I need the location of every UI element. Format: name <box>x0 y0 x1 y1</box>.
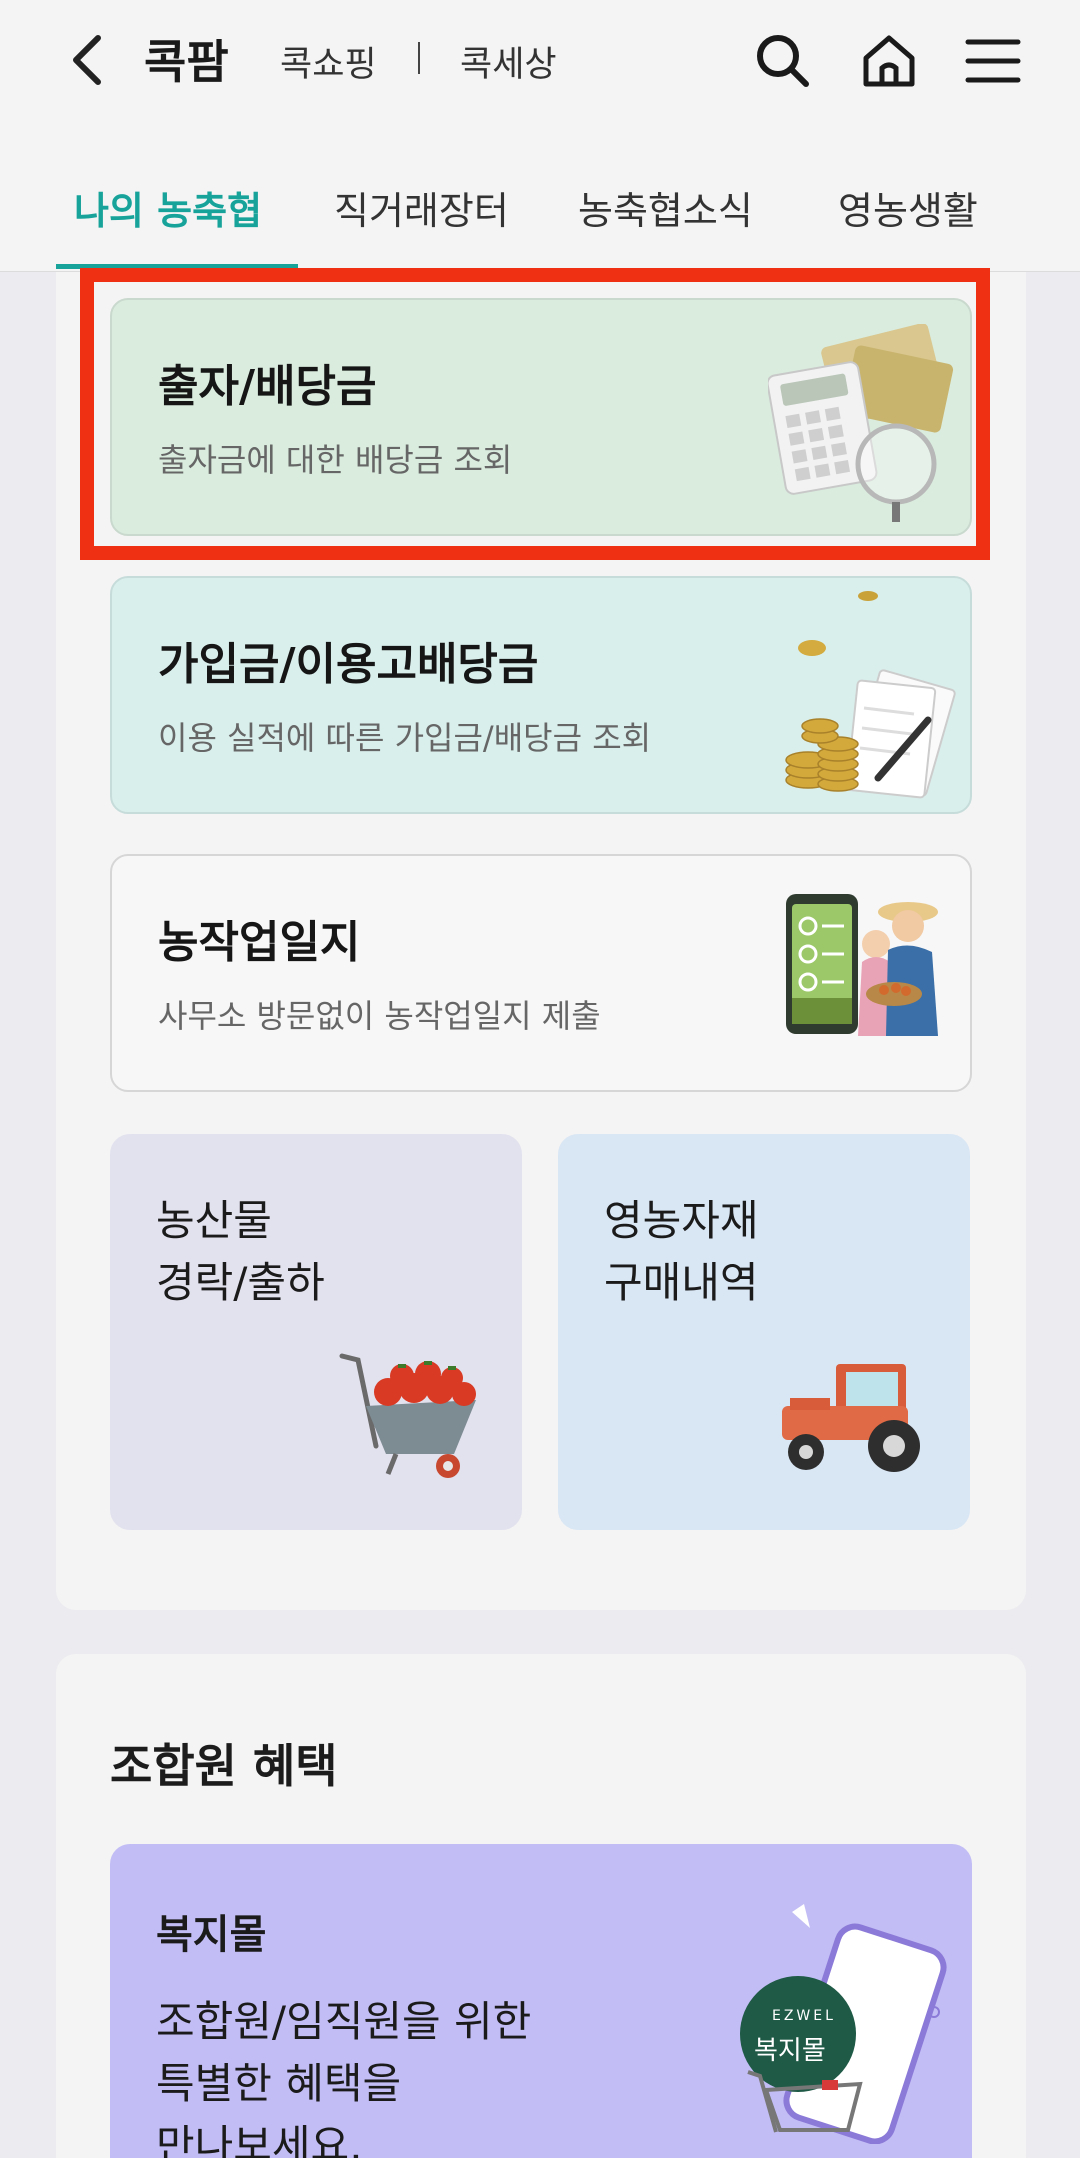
farm-diary-card[interactable]: 농작업일지 사무소 방문없이 농작업일지 제출 <box>110 854 972 1092</box>
tab-coop-news[interactable]: 농축협소식 <box>578 180 753 235</box>
menu-icon[interactable] <box>962 30 1024 92</box>
shopping-link[interactable]: 콕쇼핑 <box>280 36 377 87</box>
back-icon[interactable] <box>64 30 114 90</box>
usage-dividend-desc: 이용 실적에 따른 가입금/배당금 조회 <box>158 719 652 757</box>
world-link[interactable]: 콕세상 <box>460 36 557 87</box>
welfare-desc-line3: 만나보세요. <box>156 2121 363 2158</box>
calculator-money-icon <box>766 323 958 528</box>
farm-diary-desc: 사무소 방문없이 농작업일지 제출 <box>158 997 601 1035</box>
benefits-section-title: 조합원 혜택 <box>110 1739 338 1793</box>
welfare-desc-line1: 조합원/임직원을 위한 <box>156 1997 532 2046</box>
auction-line1: 농산물 <box>156 1196 272 1245</box>
welfare-mall-card[interactable]: 복지몰 조합원/임직원을 위한 특별한 혜택을 만나보세요. EZWEL 복지몰 <box>110 1844 972 2158</box>
tab-my-coop[interactable]: 나의 농축협 <box>74 180 262 235</box>
dividend-card[interactable]: 출자/배당금 출자금에 대한 배당금 조회 <box>110 298 972 536</box>
usage-dividend-card[interactable]: 가입금/이용고배당금 이용 실적에 따른 가입금/배당금 조회 <box>110 576 972 814</box>
top-bar: 콕팜 콕쇼핑 콕세상 나의 농축협 직거래장터 농축협소식 영농생활 <box>0 0 1080 272</box>
brand-title[interactable]: 콕팜 <box>144 26 229 92</box>
usage-dividend-title: 가입금/이용고배당금 <box>158 639 539 690</box>
dividend-desc: 출자금에 대한 배당금 조회 <box>158 441 513 479</box>
supplies-line1: 영농자재 <box>604 1196 759 1245</box>
header-divider <box>418 42 420 74</box>
search-icon[interactable] <box>752 30 814 92</box>
tab-farm-life[interactable]: 영농생활 <box>838 180 978 235</box>
phone-cart-icon: EZWEL 복지몰 <box>720 1904 960 2144</box>
supplies-purchase-card[interactable]: 영농자재 구매내역 <box>558 1134 970 1530</box>
member-benefits-panel: 조합원 혜택 복지몰 조합원/임직원을 위한 특별한 혜택을 만나보세요. EZ… <box>56 1654 1026 2158</box>
tomato-cart-icon <box>336 1350 486 1484</box>
tab-direct-market[interactable]: 직거래장터 <box>334 180 509 235</box>
auction-line2: 경락/출하 <box>156 1258 325 1307</box>
farm-diary-title: 농작업일지 <box>158 917 361 968</box>
tractor-icon <box>776 1358 936 1482</box>
my-coop-panel: 출자/배당금 출자금에 대한 배당금 조회 가입금/이용고배당금 이용 실적에 … <box>56 268 1026 1610</box>
supplies-line2: 구매내역 <box>604 1258 759 1307</box>
active-tab-indicator <box>56 264 298 269</box>
coins-documents-icon <box>768 588 968 812</box>
home-icon[interactable] <box>858 30 920 92</box>
tab-bar: 나의 농축협 직거래장터 농축협소식 영농생활 <box>0 160 1080 270</box>
farmers-phone-icon <box>782 890 952 1044</box>
welfare-desc-line2: 특별한 혜택을 <box>156 2059 402 2108</box>
welfare-badge-main: 복지몰 <box>754 2036 826 2066</box>
welfare-badge-top: EZWEL <box>772 2008 836 2024</box>
dividend-title: 출자/배당금 <box>158 361 377 412</box>
auction-shipment-card[interactable]: 농산물 경락/출하 <box>110 1134 522 1530</box>
welfare-mall-title: 복지몰 <box>156 1912 267 1958</box>
